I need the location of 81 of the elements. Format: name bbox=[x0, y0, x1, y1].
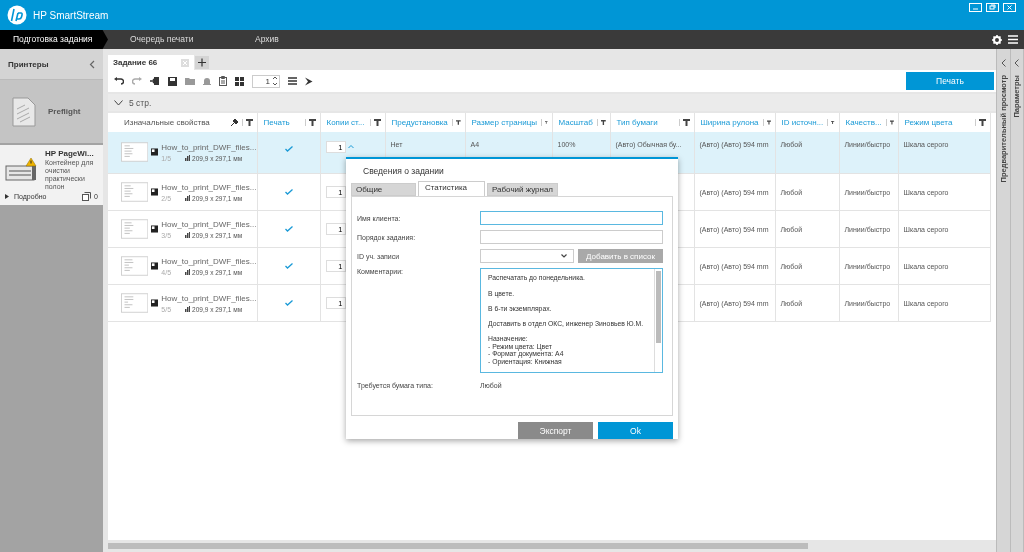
color-mode-icon bbox=[151, 188, 159, 196]
check-icon[interactable] bbox=[284, 299, 293, 306]
file-name: How_to_print_DWF_files... bbox=[161, 142, 256, 152]
filter-icon[interactable] bbox=[885, 119, 894, 126]
column-header[interactable]: Изначальные свойства bbox=[124, 118, 210, 127]
list-icon[interactable] bbox=[288, 77, 297, 85]
filter-icon[interactable] bbox=[369, 119, 381, 126]
dialog-tab[interactable]: Рабочий журнал bbox=[487, 183, 559, 197]
scrollbar[interactable] bbox=[108, 543, 808, 549]
minimize-icon[interactable] bbox=[969, 3, 982, 12]
page-thumbnail bbox=[121, 255, 149, 277]
size-icon bbox=[185, 232, 191, 238]
printer-name: HP PageWi... bbox=[45, 149, 95, 158]
folder-icon[interactable] bbox=[185, 77, 195, 85]
collapse-icon[interactable] bbox=[89, 59, 95, 69]
filter-icon[interactable] bbox=[762, 119, 771, 126]
filter-icon[interactable] bbox=[541, 119, 548, 126]
size-icon bbox=[185, 195, 191, 201]
client-name-field[interactable] bbox=[480, 211, 663, 226]
filter-icon[interactable] bbox=[827, 119, 835, 126]
color-mode-icon bbox=[151, 148, 159, 156]
page-thumbnail bbox=[121, 181, 149, 203]
bell-icon[interactable] bbox=[203, 76, 211, 86]
filter-icon[interactable] bbox=[974, 119, 986, 126]
check-icon[interactable] bbox=[284, 188, 293, 195]
spinner-icon[interactable] bbox=[272, 75, 278, 87]
save-icon[interactable] bbox=[168, 76, 177, 86]
document-icon bbox=[12, 96, 36, 127]
check-icon[interactable] bbox=[284, 262, 293, 269]
size-icon bbox=[185, 269, 191, 275]
color-mode-icon bbox=[151, 262, 159, 270]
filter-icon[interactable] bbox=[304, 119, 316, 126]
check-icon[interactable] bbox=[284, 225, 293, 232]
filter-icon[interactable] bbox=[678, 119, 690, 126]
app-title: HP SmartStream bbox=[33, 9, 109, 21]
close-icon[interactable] bbox=[1003, 3, 1016, 12]
import-icon[interactable] bbox=[150, 76, 160, 86]
page-thumbnail bbox=[121, 141, 149, 163]
restore-icon[interactable] bbox=[986, 3, 999, 12]
chevron-icon bbox=[561, 254, 567, 259]
send-icon[interactable] bbox=[305, 76, 313, 86]
dialog-tab[interactable]: Статистика bbox=[418, 181, 485, 197]
job-order-field[interactable] bbox=[480, 230, 663, 245]
check-icon[interactable] bbox=[284, 146, 293, 152]
page-field[interactable]: 1 bbox=[252, 74, 280, 88]
add-tab-icon[interactable] bbox=[195, 56, 210, 69]
color-mode-icon bbox=[151, 225, 159, 233]
printer-name: Preflight bbox=[48, 107, 81, 116]
size-icon bbox=[185, 155, 191, 161]
file-name: How_to_print_DWF_files... bbox=[161, 219, 256, 229]
tab-label: Задание 66 bbox=[113, 58, 158, 67]
expand-icon[interactable] bbox=[5, 194, 9, 199]
page-thumbnail bbox=[121, 218, 149, 240]
sidebar-title: Принтеры bbox=[8, 59, 49, 69]
file-name: How_to_print_DWF_files... bbox=[161, 293, 256, 303]
job-tab[interactable]: Задание 66 bbox=[108, 55, 195, 70]
logo-icon bbox=[7, 5, 27, 25]
group-label: 5 стр. bbox=[129, 97, 152, 108]
filter-icon[interactable] bbox=[451, 119, 461, 126]
nav-tab[interactable]: Очередь печати bbox=[108, 30, 233, 49]
file-name: How_to_print_DWF_files... bbox=[161, 256, 256, 266]
dialog-tab[interactable]: Общие bbox=[351, 183, 416, 197]
settings-icon[interactable] bbox=[992, 34, 1002, 45]
clipboard-icon[interactable] bbox=[219, 76, 227, 86]
size-icon bbox=[185, 306, 191, 312]
group-header[interactable]: 5 стр. bbox=[108, 94, 996, 111]
dialog-title: Сведения о задании bbox=[363, 166, 445, 178]
undo-icon[interactable] bbox=[114, 77, 124, 85]
scrollbar[interactable] bbox=[656, 271, 661, 344]
page-thumbnail bbox=[121, 292, 149, 314]
pin-icon[interactable] bbox=[230, 119, 238, 126]
file-name: How_to_print_DWF_files... bbox=[161, 182, 256, 192]
nav-tab[interactable]: Подготовка задания bbox=[0, 30, 108, 49]
nav-tab[interactable]: Архив bbox=[233, 30, 358, 49]
filter-icon[interactable] bbox=[241, 119, 253, 126]
grid-icon[interactable] bbox=[235, 76, 244, 86]
color-mode-icon bbox=[151, 299, 159, 307]
filter-icon[interactable] bbox=[596, 119, 606, 126]
copies-icon bbox=[82, 192, 92, 201]
menu-icon[interactable] bbox=[1008, 34, 1018, 44]
printer-item[interactable]: Preflight bbox=[0, 80, 103, 143]
